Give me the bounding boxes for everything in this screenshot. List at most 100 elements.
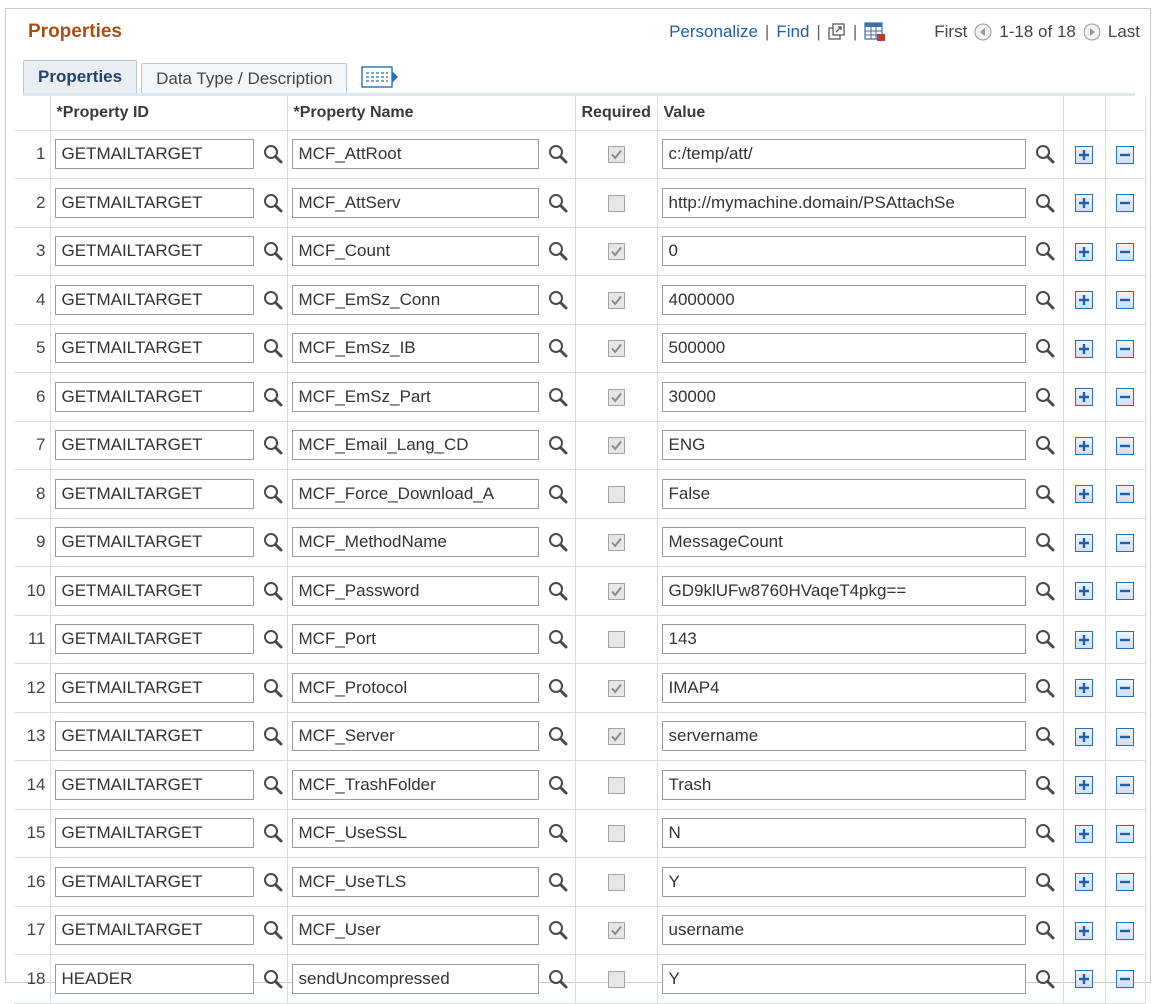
required-checkbox[interactable] — [607, 728, 625, 746]
add-row-button[interactable] — [1075, 194, 1093, 213]
property-name-input[interactable]: MCF_User — [291, 915, 539, 946]
property-name-input[interactable]: MCF_Email_Lang_CD — [291, 430, 539, 461]
delete-row-button[interactable] — [1116, 921, 1134, 940]
property-name-input[interactable]: MCF_Server — [291, 721, 539, 752]
magnifier-icon[interactable] — [547, 386, 569, 408]
magnifier-icon[interactable] — [1034, 434, 1056, 456]
required-checkbox[interactable] — [607, 776, 625, 794]
magnifier-icon[interactable] — [1034, 337, 1056, 359]
property-name-input[interactable]: MCF_EmSz_Part — [291, 381, 539, 412]
magnifier-icon[interactable] — [547, 677, 569, 699]
delete-row-button[interactable] — [1116, 533, 1134, 552]
property-name-input[interactable]: MCF_Password — [291, 575, 539, 606]
property-id-input[interactable]: GETMAILTARGET — [54, 430, 254, 461]
magnifier-icon[interactable] — [1034, 968, 1056, 990]
magnifier-icon[interactable] — [262, 725, 284, 747]
required-header[interactable]: Required — [575, 96, 658, 131]
delete-row-button[interactable] — [1116, 388, 1134, 407]
magnifier-icon[interactable] — [262, 580, 284, 602]
delete-row-button[interactable] — [1116, 824, 1134, 843]
required-checkbox[interactable] — [607, 825, 625, 843]
value-input[interactable]: GD9klUFw8760HVaqeT4pkg== — [661, 575, 1026, 606]
required-checkbox[interactable] — [607, 243, 625, 261]
property-id-input[interactable]: GETMAILTARGET — [54, 478, 254, 509]
previous-arrow-icon[interactable] — [974, 23, 992, 41]
magnifier-icon[interactable] — [547, 289, 569, 311]
magnifier-icon[interactable] — [547, 337, 569, 359]
tab-properties[interactable]: Properties — [23, 60, 138, 93]
required-checkbox[interactable] — [607, 388, 625, 406]
add-row-button[interactable] — [1075, 873, 1093, 892]
required-checkbox[interactable] — [607, 922, 625, 940]
delete-row-button[interactable] — [1116, 436, 1134, 455]
required-checkbox[interactable] — [607, 679, 625, 697]
magnifier-icon[interactable] — [1034, 531, 1056, 553]
magnifier-icon[interactable] — [262, 240, 284, 262]
add-row-button[interactable] — [1075, 921, 1093, 940]
magnifier-icon[interactable] — [547, 240, 569, 262]
show-all-columns-icon[interactable] — [361, 65, 399, 89]
delete-row-button[interactable] — [1116, 291, 1134, 310]
magnifier-icon[interactable] — [262, 386, 284, 408]
add-row-button[interactable] — [1075, 436, 1093, 455]
property-id-input[interactable]: GETMAILTARGET — [54, 527, 254, 558]
value-input[interactable]: Trash — [661, 769, 1026, 800]
property-name-input[interactable]: MCF_Protocol — [291, 672, 539, 703]
magnifier-icon[interactable] — [547, 725, 569, 747]
property-id-input[interactable]: GETMAILTARGET — [54, 672, 254, 703]
property-name-input[interactable]: MCF_Force_Download_A — [291, 478, 539, 509]
value-input[interactable]: servername — [661, 721, 1026, 752]
magnifier-icon[interactable] — [1034, 580, 1056, 602]
property-id-input[interactable]: GETMAILTARGET — [54, 769, 254, 800]
magnifier-icon[interactable] — [1034, 822, 1056, 844]
property-name-input[interactable]: MCF_UseSSL — [291, 818, 539, 849]
delete-row-button[interactable] — [1116, 485, 1134, 504]
delete-row-button[interactable] — [1116, 339, 1134, 358]
property-name-input[interactable]: MCF_TrashFolder — [291, 769, 539, 800]
required-checkbox[interactable] — [607, 873, 625, 891]
property-id-input[interactable]: HEADER — [54, 963, 254, 994]
magnifier-icon[interactable] — [262, 628, 284, 650]
property-id-input[interactable]: GETMAILTARGET — [54, 333, 254, 364]
required-checkbox[interactable] — [607, 534, 625, 552]
add-row-button[interactable] — [1075, 776, 1093, 795]
required-checkbox[interactable] — [607, 631, 625, 649]
add-row-button[interactable] — [1075, 291, 1093, 310]
next-arrow-icon[interactable] — [1083, 23, 1101, 41]
property-id-input[interactable]: GETMAILTARGET — [54, 284, 254, 315]
magnifier-icon[interactable] — [547, 192, 569, 214]
required-checkbox[interactable] — [607, 146, 625, 164]
property-id-input[interactable]: GETMAILTARGET — [54, 721, 254, 752]
magnifier-icon[interactable] — [547, 774, 569, 796]
value-input[interactable]: Y — [661, 963, 1026, 994]
delete-row-button[interactable] — [1116, 242, 1134, 261]
magnifier-icon[interactable] — [262, 531, 284, 553]
magnifier-icon[interactable] — [1034, 386, 1056, 408]
value-input[interactable]: IMAP4 — [661, 672, 1026, 703]
magnifier-icon[interactable] — [262, 968, 284, 990]
property-name-input[interactable]: MCF_EmSz_Conn — [291, 284, 539, 315]
magnifier-icon[interactable] — [547, 919, 569, 941]
value-input[interactable]: N — [661, 818, 1026, 849]
magnifier-icon[interactable] — [547, 871, 569, 893]
delete-row-button[interactable] — [1116, 630, 1134, 649]
delete-row-button[interactable] — [1116, 194, 1134, 213]
property-name-input[interactable]: MCF_MethodName — [291, 527, 539, 558]
magnifier-icon[interactable] — [1034, 483, 1056, 505]
property-name-input[interactable]: MCF_Count — [291, 236, 539, 267]
tab-data-type-description[interactable]: Data Type / Description — [141, 63, 348, 93]
magnifier-icon[interactable] — [1034, 725, 1056, 747]
property-id-input[interactable]: GETMAILTARGET — [54, 818, 254, 849]
property-name-input[interactable]: MCF_AttServ — [291, 187, 539, 218]
add-row-button[interactable] — [1075, 727, 1093, 746]
value-input[interactable]: Y — [661, 866, 1026, 897]
magnifier-icon[interactable] — [547, 143, 569, 165]
property-name-input[interactable]: MCF_AttRoot — [291, 139, 539, 170]
magnifier-icon[interactable] — [547, 483, 569, 505]
magnifier-icon[interactable] — [547, 434, 569, 456]
magnifier-icon[interactable] — [262, 822, 284, 844]
delete-row-button[interactable] — [1116, 582, 1134, 601]
first-page-label[interactable]: First — [934, 22, 967, 42]
add-row-button[interactable] — [1075, 824, 1093, 843]
delete-row-button[interactable] — [1116, 776, 1134, 795]
